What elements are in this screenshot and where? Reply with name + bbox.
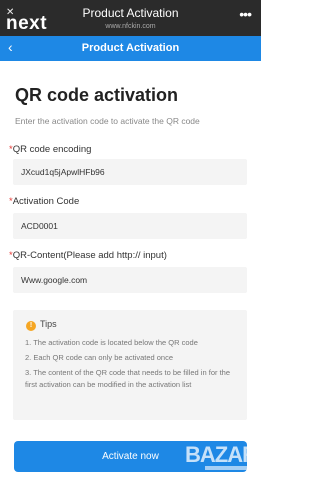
tip-item: 3. The content of the QR code that needs… [25, 368, 230, 389]
qr-encoding-label: *QR code encoding [9, 144, 91, 155]
page-title: QR code activation [15, 85, 179, 105]
qr-encoding-value: JXcud1q5jApwlHFb96 [21, 167, 105, 177]
browser-title: Product Activation [82, 6, 179, 20]
qr-content-input[interactable]: Www.google.com [13, 267, 247, 293]
tips-title: Tips [40, 319, 57, 329]
qr-encoding-input[interactable]: JXcud1q5jApwlHFb96 [13, 159, 247, 185]
tips-panel: ! Tips 1. The activation code is located … [13, 310, 247, 420]
warning-icon: ! [26, 321, 36, 331]
browser-url: www.nfckin.com [105, 23, 156, 30]
bazar-watermark: BAZAR [185, 442, 258, 467]
tips-header: ! Tips [26, 319, 57, 331]
nav-bar: ‹ Product Activation [0, 36, 261, 61]
watermark-underline [205, 466, 257, 470]
tip-item: 1. The activation code is located below … [25, 338, 198, 347]
activation-code-label: *Activation Code [9, 196, 79, 207]
more-options-icon[interactable]: ••• [239, 6, 252, 22]
activation-code-value: ACD0001 [21, 221, 58, 231]
activation-code-input[interactable]: ACD0001 [13, 213, 247, 239]
activation-code-label-text: Activation Code [12, 196, 80, 207]
qr-content-value: Www.google.com [21, 275, 88, 285]
nav-title: Product Activation [81, 42, 180, 54]
browser-top-bar: ✕ next Product Activation www.nfckin.com… [0, 0, 261, 36]
qr-encoding-label-text: QR code encoding [12, 144, 92, 155]
page-subtitle: Enter the activation code to activate th… [15, 116, 200, 126]
tip-item: 2. Each QR code can only be activated on… [25, 353, 174, 362]
qr-content-label-text: QR-Content(Please add http:// input) [12, 250, 167, 261]
qr-content-label: *QR-Content(Please add http:// input) [9, 250, 167, 261]
